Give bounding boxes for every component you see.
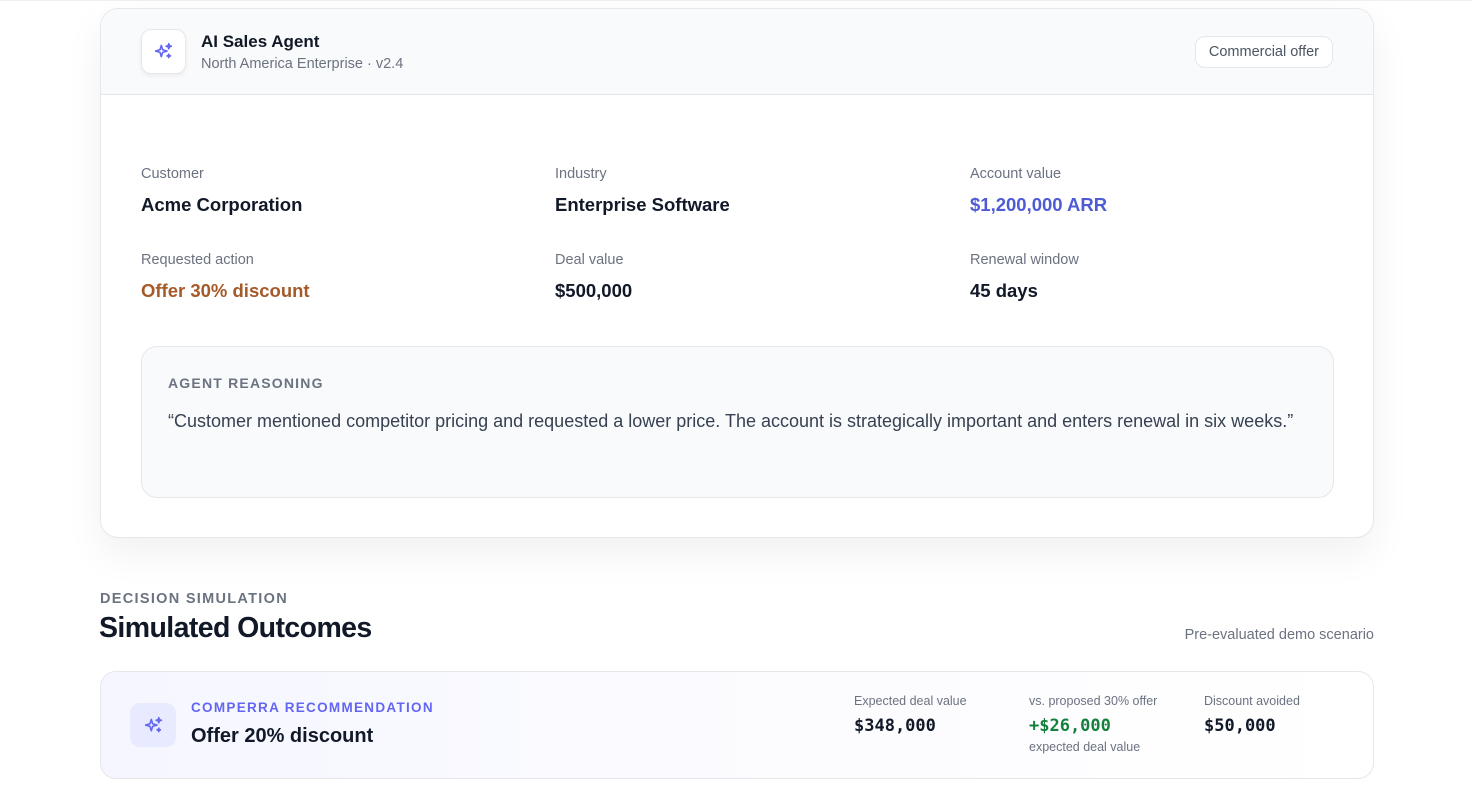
metric-sublabel: expected deal value <box>1029 740 1141 754</box>
metric-value: $348,000 <box>854 716 936 736</box>
agent-title: AI Sales Agent <box>201 32 320 51</box>
customer-label: Customer <box>141 166 204 182</box>
agent-subtitle: North America Enterprise · v2.4 <box>201 56 404 72</box>
customer-value: Acme Corporation <box>141 194 303 215</box>
deal-value-field: Deal value $500,000 <box>555 252 632 302</box>
expected-deal-value-metric: Expected deal value $348,000 <box>854 694 967 736</box>
agent-card: AI Sales Agent North America Enterprise … <box>100 8 1374 538</box>
metric-value: $50,000 <box>1204 716 1276 736</box>
vs-proposed-offer-metric: vs. proposed 30% offer +$26,000 expected… <box>1029 694 1157 754</box>
sparkles-icon <box>154 42 173 59</box>
page: AI Sales Agent North America Enterprise … <box>0 0 1472 787</box>
account-value-label: Account value <box>970 166 1062 182</box>
commercial-offer-badge: Commercial offer <box>1194 36 1333 68</box>
deal-value-value: $500,000 <box>555 280 633 301</box>
recommendation-label: COMPERRA RECOMMENDATION <box>191 700 434 715</box>
agent-card-header: AI Sales Agent North America Enterprise … <box>101 9 1373 95</box>
account-value-value: $1,200,000 ARR <box>970 194 1108 215</box>
customer-field: Customer Acme Corporation <box>141 166 302 216</box>
recommendation-card: COMPERRA RECOMMENDATION Offer 20% discou… <box>100 671 1374 779</box>
recommendation-icon-container <box>130 703 176 747</box>
top-divider <box>0 0 1472 1</box>
discount-avoided-metric: Discount avoided $50,000 <box>1204 694 1300 736</box>
account-value-field: Account value $1,200,000 ARR <box>970 166 1107 216</box>
agent-reasoning-label: AGENT REASONING <box>168 375 324 391</box>
metric-label: Discount avoided <box>1204 694 1300 708</box>
decision-simulation-eyebrow: DECISION SIMULATION <box>100 591 288 607</box>
renewal-window-field: Renewal window 45 days <box>970 252 1079 302</box>
agent-reasoning-panel: AGENT REASONING “Customer mentioned comp… <box>141 346 1334 498</box>
metric-label: vs. proposed 30% offer <box>1029 694 1158 708</box>
deal-value-label: Deal value <box>555 252 624 268</box>
metric-label: Expected deal value <box>854 694 967 708</box>
renewal-window-label: Renewal window <box>970 252 1079 268</box>
simulated-outcomes-title: Simulated Outcomes <box>99 612 372 644</box>
requested-action-value: Offer 30% discount <box>141 280 310 301</box>
demo-scenario-note: Pre-evaluated demo scenario <box>1184 627 1374 643</box>
industry-field: Industry Enterprise Software <box>555 166 730 216</box>
industry-value: Enterprise Software <box>555 194 730 215</box>
agent-icon-container <box>141 29 186 74</box>
requested-action-label: Requested action <box>141 252 254 268</box>
sparkles-icon <box>144 716 162 732</box>
requested-action-field: Requested action Offer 30% discount <box>141 252 310 302</box>
metric-value: +$26,000 <box>1029 716 1111 736</box>
recommendation-title: Offer 20% discount <box>191 725 374 747</box>
agent-reasoning-text: “Customer mentioned competitor pricing a… <box>168 411 1294 431</box>
renewal-window-value: 45 days <box>970 280 1038 301</box>
industry-label: Industry <box>555 166 607 182</box>
